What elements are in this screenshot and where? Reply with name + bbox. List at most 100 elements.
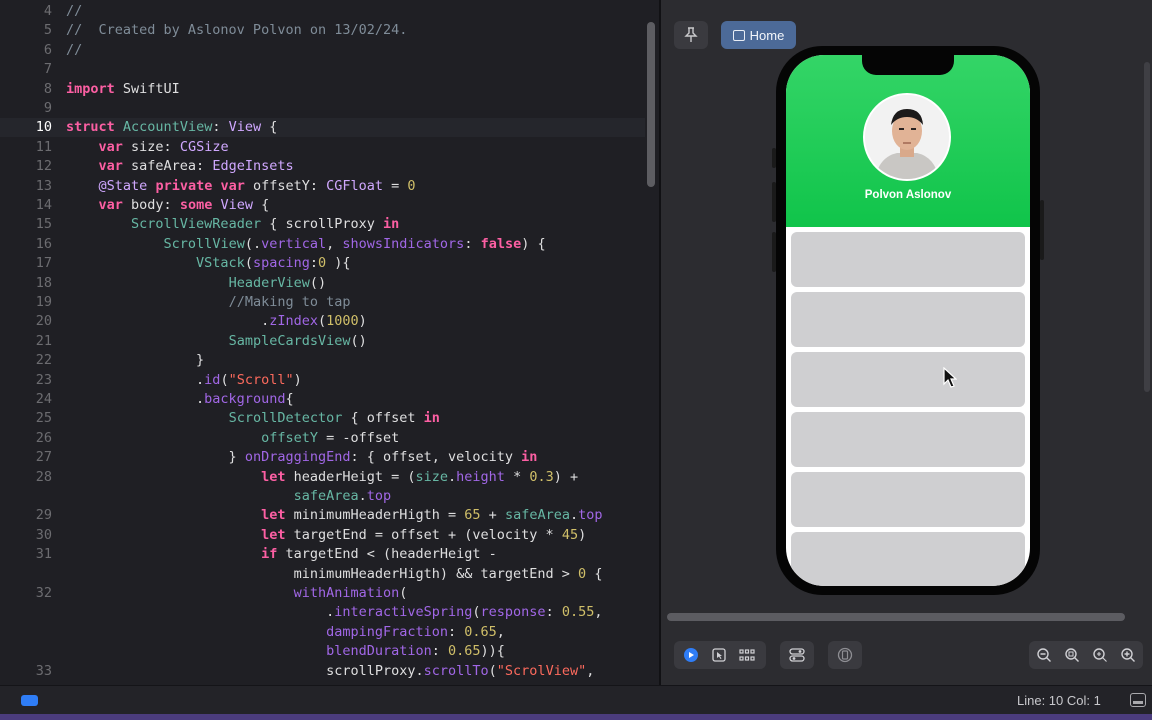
code-line[interactable]: 26 offsetY = -offset [0,429,645,448]
code-line[interactable]: 32 withAnimation( [0,584,645,603]
code-token: 0 [578,565,587,582]
zoom-100-button[interactable] [1087,643,1113,667]
code-token: some [179,197,213,213]
live-mode-button[interactable] [678,643,704,667]
canvas-vertical-scrollbar[interactable] [1144,62,1150,392]
code-line[interactable]: dampingFraction: 0.65, [0,623,645,642]
code-text: dampingFraction: 0.65, [66,623,505,642]
pin-preview-button[interactable] [674,21,708,49]
code-line[interactable]: 30 let targetEnd = offset + (velocity * … [0,526,645,545]
code-token: . [66,391,205,407]
code-text: ScrollViewReader { scrollProxy in [66,215,399,234]
debug-area-toggle-icon[interactable] [21,695,38,706]
sample-card[interactable] [791,532,1025,586]
code-line[interactable]: 16 ScrollView(.vertical, showsIndicators… [0,235,645,254]
code-line[interactable]: 6 // [0,41,645,60]
code-line[interactable]: 19 //Making to tap [0,293,645,312]
code-token: = [383,177,408,194]
line-number: 13 [35,177,52,194]
code-editor[interactable]: 4 // 5 // Created by Aslonov Polvon on 13/0… [0,0,659,685]
code-line[interactable]: 27 } onDraggingEnd: { offset, velocity i… [0,448,645,467]
sample-card[interactable] [791,232,1025,287]
code-line[interactable]: 18 HeaderView() [0,274,645,293]
code-line[interactable]: 28 let headerHeigt = (size.height * 0.3)… [0,468,645,487]
zoom-100-icon [1093,648,1107,662]
play-icon [684,648,698,662]
code-token: ( [472,604,481,621]
sample-card[interactable] [791,412,1025,467]
variants-button[interactable] [780,641,814,669]
code-token: interactiveSpring [334,604,473,621]
canvas-horizontal-scrollbar[interactable] [667,613,1125,621]
line-number: 11 [35,138,52,155]
editor-scrollbar[interactable] [647,22,655,187]
code-line[interactable]: 33 scrollProxy.scrollTo("ScrolView", [0,662,645,681]
line-number: 5 [43,22,52,39]
code-line[interactable]: 4 // [0,2,645,21]
code-token: onDraggingEnd [244,449,351,466]
line-number: 8 [43,80,52,97]
code-line[interactable]: 8 import SwiftUI [0,80,645,99]
sample-card[interactable] [791,472,1025,527]
code-line[interactable]: 9 [0,99,645,118]
code-line[interactable]: 21 SampleCardsView() [0,332,645,351]
code-token: background [204,391,286,407]
home-preview-tab[interactable]: Home [721,21,796,49]
code-line[interactable]: .interactiveSpring(response: 0.55, [0,603,645,622]
code-line[interactable]: 25 ScrollDetector { offset in [0,409,645,428]
code-line[interactable]: minimumHeaderHigth) && targetEnd > 0 { [0,565,645,584]
code-line[interactable]: 29 let minimumHeaderHigth = 65 + safeAre… [0,506,645,525]
line-number: 12 [35,158,52,175]
line-number: 31 [35,546,52,563]
code-token: ScrollViewReader [131,216,262,233]
code-token: 0.3 [529,468,554,485]
code-line[interactable]: blendDuration: 0.65)){ [0,642,645,661]
code-line[interactable]: 31 if targetEnd < (headerHeigt - [0,545,645,564]
variants-grid-button[interactable] [734,643,760,667]
avatar[interactable] [863,93,951,181]
code-line[interactable]: 20 .zIndex(1000) [0,312,645,331]
code-token: 0 [407,177,416,194]
code-token: , [594,604,603,621]
code-token: ) [293,371,302,388]
mouse-cursor-icon [943,367,957,388]
code-text: offsetY = -offset [66,429,399,448]
zoom-out-button[interactable] [1031,643,1057,667]
toggle-panel-icon[interactable] [1130,693,1146,707]
code-line[interactable]: safeArea.top [0,487,645,506]
code-line[interactable]: 10 struct AccountView: View { [0,118,645,138]
sample-card[interactable] [791,352,1025,407]
code-line[interactable]: 22 } [0,351,645,370]
selectable-mode-button[interactable] [706,643,732,667]
code-token: import [66,80,115,97]
code-line[interactable]: 11 var size: CGSize [0,138,645,157]
code-line[interactable]: 17 VStack(spacing:0 ){ [0,254,645,273]
code-line[interactable]: 24 .background{ [0,390,645,409]
profile-header[interactable]: Polvon Aslonov [786,55,1030,227]
code-line[interactable]: 14 var body: some View { [0,196,645,215]
code-line[interactable]: 7 [0,60,645,79]
code-token: CGFloat [326,177,384,194]
code-token: size [415,468,449,485]
code-text: // [66,2,82,21]
device-settings-button[interactable] [828,641,862,669]
code-text: var safeArea: EdgeInsets [66,157,294,176]
code-line[interactable]: 23 .id("Scroll") [0,371,645,390]
code-token: . [569,507,579,524]
code-line[interactable]: 15 ScrollViewReader { scrollProxy in [0,215,645,234]
code-token: let [261,526,286,543]
zoom-out-icon [1037,648,1051,662]
zoom-in-button[interactable] [1115,643,1141,667]
code-line[interactable]: 12 var safeArea: EdgeInsets [0,157,645,176]
sample-card[interactable] [791,292,1025,347]
phone-screen[interactable]: Polvon Aslonov [786,55,1030,586]
code-line[interactable]: 5 // Created by Aslonov Polvon on 13/02/2… [0,21,645,40]
line-number: 6 [43,41,52,58]
line-number: 14 [35,197,52,213]
code-token: if [261,546,278,563]
code-line[interactable]: 13 @State private var offsetY: CGFloat =… [0,177,645,196]
zoom-to-fit-button[interactable] [1059,643,1085,667]
